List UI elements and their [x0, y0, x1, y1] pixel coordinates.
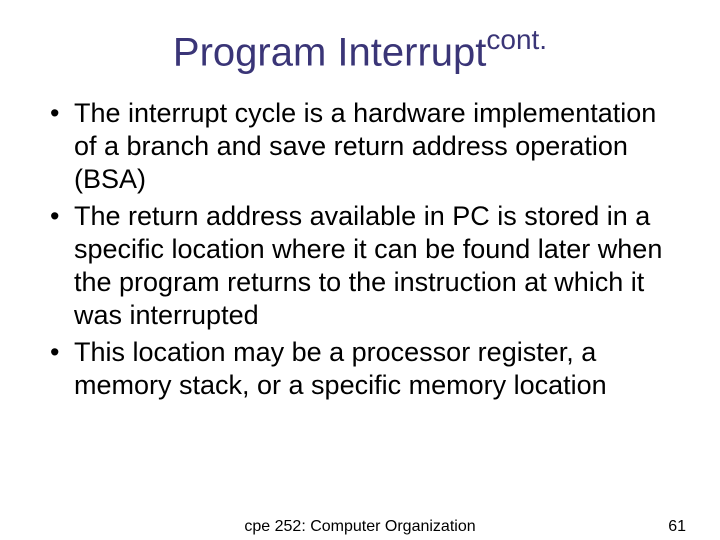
title-main: Program Interrupt	[173, 30, 486, 74]
bullet-list: The interrupt cycle is a hardware implem…	[40, 97, 680, 401]
list-item: The return address available in PC is st…	[50, 200, 680, 332]
list-item: The interrupt cycle is a hardware implem…	[50, 97, 680, 196]
list-item: This location may be a processor registe…	[50, 336, 680, 402]
slide-title: Program Interruptcont.	[40, 26, 680, 75]
page-number: 61	[668, 518, 686, 536]
title-superscript: cont.	[486, 24, 547, 55]
footer-course: cpe 252: Computer Organization	[244, 518, 475, 536]
slide: Program Interruptcont. The interrupt cyc…	[0, 0, 720, 540]
